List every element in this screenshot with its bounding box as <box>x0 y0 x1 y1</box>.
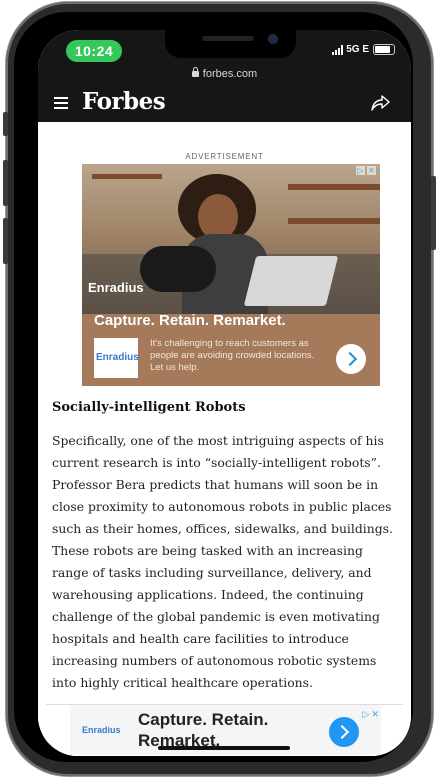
laptop <box>243 256 339 306</box>
ad-label: ADVERTISEMENT <box>185 152 264 161</box>
volume-down-button <box>3 218 8 264</box>
ad-logo: Enradius <box>94 338 139 378</box>
ad-choices-icon[interactable]: ▷ <box>356 166 365 175</box>
ad-close-icon[interactable]: ✕ <box>371 709 379 720</box>
arrow-right-icon[interactable] <box>329 717 359 747</box>
ad-choices[interactable]: ▷ ✕ <box>363 709 379 720</box>
ad-choices[interactable]: ▷ ✕ <box>356 166 376 175</box>
battery-icon <box>373 44 395 55</box>
mute-switch <box>3 112 8 136</box>
url-text: forbes.com <box>202 68 258 80</box>
address-bar[interactable]: forbes.com <box>38 67 411 80</box>
ad-photo: Enradius ▷ ✕ <box>82 164 380 314</box>
ad-headline: Capture. Retain. Remarket. <box>94 312 286 329</box>
article-body: ADVERTISEMENT Enradius ▷ ✕ Capture. Reta… <box>38 122 411 756</box>
home-indicator[interactable] <box>158 746 290 750</box>
ad-choices-icon[interactable]: ▷ <box>363 709 370 720</box>
section-heading: Socially-intelligent Robots <box>52 400 246 415</box>
volume-up-button <box>3 160 8 206</box>
signal-indicator: 5G E <box>332 44 369 55</box>
status-bar: 10:24 5G E forbes.com <box>38 30 411 86</box>
share-icon[interactable] <box>371 94 391 112</box>
ad-bottom-headline: Capture. Retain. Remarket. <box>138 710 269 750</box>
ad-copy: It's challenging to reach customers as p… <box>150 338 315 373</box>
article-paragraph: Specifically, one of the most intriguing… <box>52 433 393 690</box>
signal-icon <box>332 44 344 55</box>
camera <box>268 34 278 44</box>
ad-banner-top[interactable]: Enradius ▷ ✕ Capture. Retain. Remarket. … <box>82 164 380 386</box>
dog <box>140 246 216 292</box>
speaker <box>202 36 254 41</box>
phone-screen: 10:24 5G E forbes.com Forbes ADVERTISEME… <box>38 30 411 756</box>
notch <box>165 30 296 58</box>
site-logo[interactable]: Forbes <box>82 88 166 115</box>
lock-icon <box>191 67 199 77</box>
status-time[interactable]: 10:24 <box>66 40 122 62</box>
ad-bottom-logo: Enradius <box>82 725 121 735</box>
ad-band: Capture. Retain. Remarket. Enradius It's… <box>82 312 380 386</box>
arrow-right-icon[interactable] <box>336 344 366 374</box>
ad-close-icon[interactable]: ✕ <box>367 166 376 175</box>
power-button <box>431 176 436 250</box>
menu-icon[interactable] <box>54 97 68 109</box>
site-header: Forbes <box>38 86 411 122</box>
network-type: 5G E <box>346 44 369 55</box>
ad-brand-on-photo: Enradius <box>88 280 144 295</box>
